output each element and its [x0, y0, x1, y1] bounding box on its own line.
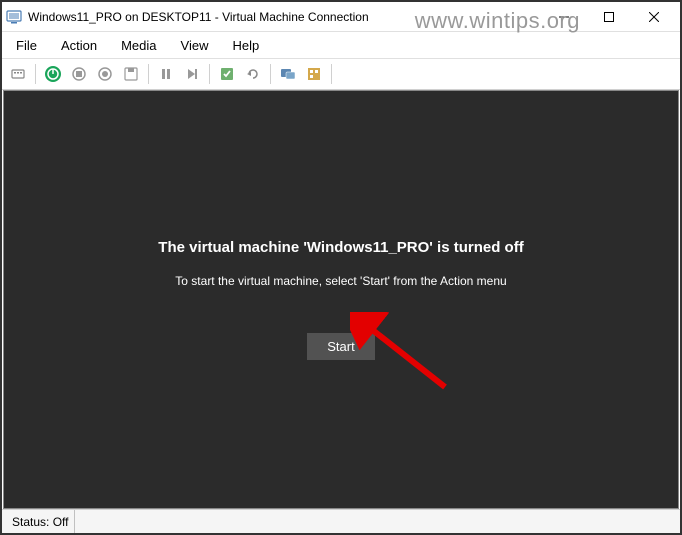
start-button[interactable] — [41, 62, 65, 86]
enhanced-session-button[interactable] — [276, 62, 300, 86]
shutdown-button[interactable] — [93, 62, 117, 86]
toolbar-separator — [209, 64, 210, 84]
menu-help[interactable]: Help — [222, 35, 269, 56]
save-button[interactable] — [119, 62, 143, 86]
menu-action[interactable]: Action — [51, 35, 107, 56]
vm-status-subtitle: To start the virtual machine, select 'St… — [175, 274, 506, 288]
toolbar-separator — [331, 64, 332, 84]
toolbar-separator — [35, 64, 36, 84]
titlebar: Windows11_PRO on DESKTOP11 - Virtual Mac… — [2, 2, 680, 32]
vm-connection-window: Windows11_PRO on DESKTOP11 - Virtual Mac… — [2, 2, 680, 533]
menu-media[interactable]: Media — [111, 35, 166, 56]
window-title: Windows11_PRO on DESKTOP11 - Virtual Mac… — [28, 10, 541, 24]
toolbar-separator — [270, 64, 271, 84]
status-text: Status: Off — [6, 510, 75, 533]
reset-button[interactable] — [180, 62, 204, 86]
minimize-button[interactable] — [541, 3, 586, 31]
toolbar — [2, 58, 680, 90]
statusbar: Status: Off — [2, 509, 680, 533]
maximize-button[interactable] — [586, 3, 631, 31]
window-controls — [541, 3, 676, 31]
revert-button[interactable] — [241, 62, 265, 86]
vm-start-button[interactable]: Start — [307, 333, 374, 360]
close-button[interactable] — [631, 3, 676, 31]
checkpoint-button[interactable] — [215, 62, 239, 86]
vm-status-title: The virtual machine 'Windows11_PRO' is t… — [158, 239, 523, 256]
pause-button[interactable] — [154, 62, 178, 86]
toolbar-separator — [148, 64, 149, 84]
app-icon — [6, 9, 22, 25]
share-button[interactable] — [302, 62, 326, 86]
ctrl-alt-del-button[interactable] — [6, 62, 30, 86]
menu-file[interactable]: File — [6, 35, 47, 56]
menubar: File Action Media View Help — [2, 32, 680, 58]
vm-display-area: The virtual machine 'Windows11_PRO' is t… — [3, 90, 679, 509]
menu-view[interactable]: View — [171, 35, 219, 56]
turnoff-button[interactable] — [67, 62, 91, 86]
